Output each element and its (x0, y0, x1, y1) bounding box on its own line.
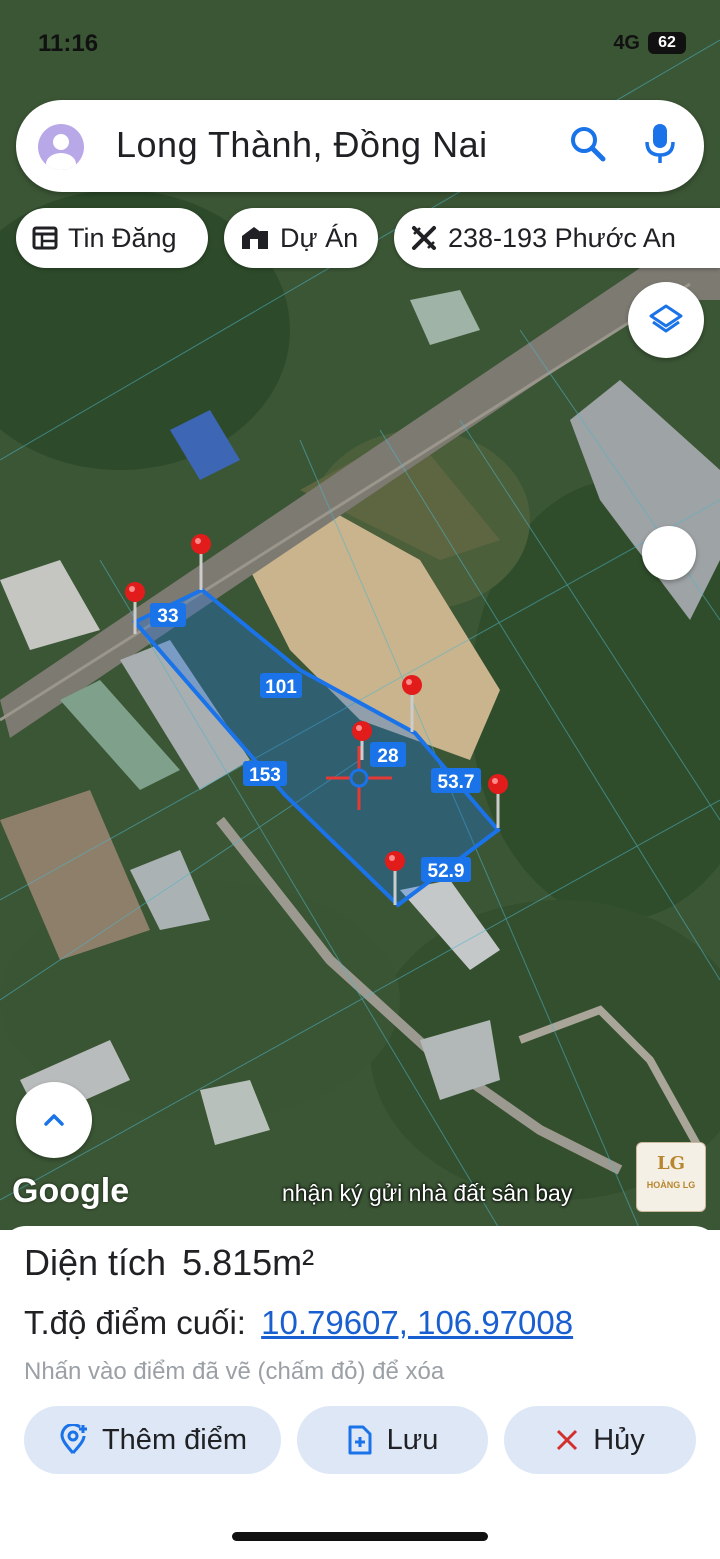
brand-name: HOÀNG LG (646, 1180, 696, 1190)
listing-icon (32, 226, 58, 250)
chevron-up-icon (44, 1114, 64, 1126)
point-pin[interactable] (352, 721, 372, 760)
cancel-label: Hủy (593, 1423, 645, 1456)
point-pin[interactable] (402, 675, 422, 732)
status-bar: 11:16 4G 62 (0, 28, 720, 64)
add-point-button[interactable]: Thêm điểm (24, 1406, 281, 1474)
cancel-button[interactable]: Hủy (504, 1406, 696, 1474)
bottom-sheet: Diện tích 5.815m² T.độ điểm cuối: 10.796… (0, 1226, 720, 1559)
point-pin[interactable] (125, 582, 145, 634)
point-pin[interactable] (191, 534, 211, 590)
segment-label-33: 33 (150, 603, 186, 627)
save-file-icon (348, 1425, 372, 1455)
chip-parcel[interactable]: 238-193 Phước An (394, 208, 720, 268)
segment-label-101: 101 (260, 673, 302, 698)
network-indicator: 4G (613, 32, 640, 54)
svg-text:28: 28 (377, 746, 398, 767)
google-logo: Google (12, 1172, 130, 1210)
svg-text:53.7: 53.7 (438, 772, 475, 793)
segment-label-153: 153 (243, 761, 287, 786)
area-row: Diện tích 5.815m² (24, 1242, 314, 1284)
chip-du-an[interactable]: Dự Án (224, 208, 378, 268)
brand-logo: LG HOÀNG LG (636, 1142, 706, 1212)
area-label: Diện tích (24, 1242, 167, 1283)
search-input[interactable]: Long Thành, Đồng Nai (116, 124, 488, 166)
coords-row: T.độ điểm cuối: 10.79607, 106.97008 (24, 1304, 573, 1342)
search-icon[interactable] (568, 124, 608, 169)
coords-label: T.độ điểm cuối: (24, 1304, 246, 1341)
svg-text:101: 101 (265, 677, 297, 698)
map-caption: nhận ký gửi nhà đất sân bay (282, 1180, 573, 1206)
hint-text: Nhấn vào điểm đã vẽ (chấm đỏ) để xóa (24, 1358, 445, 1385)
satellite-map[interactable]: 33 101 28 153 53.7 52.9 11:16 4G 62 Long… (0, 0, 720, 1230)
svg-text:33: 33 (157, 606, 178, 627)
segment-label-53-7: 53.7 (431, 768, 481, 793)
project-building-icon (242, 227, 268, 249)
chip-label: 238-193 Phước An (448, 222, 676, 253)
svg-text:153: 153 (249, 765, 281, 786)
layers-icon (649, 304, 683, 333)
search-bar[interactable]: Long Thành, Đồng Nai (16, 100, 704, 192)
save-label: Lưu (386, 1423, 439, 1456)
mic-icon[interactable] (642, 122, 678, 171)
save-button[interactable]: Lưu (297, 1406, 488, 1474)
add-location-icon (60, 1424, 87, 1454)
add-point-label: Thêm điểm (101, 1423, 248, 1456)
close-icon (557, 1429, 578, 1451)
point-pin[interactable] (488, 774, 508, 828)
parcel-icon (412, 226, 436, 250)
point-pin[interactable] (385, 851, 405, 905)
layers-button[interactable] (628, 282, 704, 358)
status-time: 11:16 (38, 30, 99, 57)
brand-mark: LG (656, 1153, 686, 1174)
assistive-touch-button[interactable] (642, 526, 696, 580)
coords-link[interactable]: 10.79607, 106.97008 (261, 1304, 573, 1341)
expand-sheet-button[interactable] (16, 1082, 92, 1158)
user-avatar-icon[interactable] (38, 124, 84, 170)
battery-icon: 62 (648, 32, 686, 54)
segment-label-28: 28 (370, 742, 406, 767)
chip-label: Dự Án (280, 222, 359, 253)
chip-label: Tin Đăng (68, 222, 177, 253)
chip-tin-dang[interactable]: Tin Đăng (16, 208, 208, 268)
area-value: 5.815m² (182, 1242, 315, 1283)
segment-label-52-9: 52.9 (421, 857, 471, 882)
svg-text:52.9: 52.9 (428, 861, 465, 882)
home-indicator[interactable] (232, 1532, 488, 1541)
